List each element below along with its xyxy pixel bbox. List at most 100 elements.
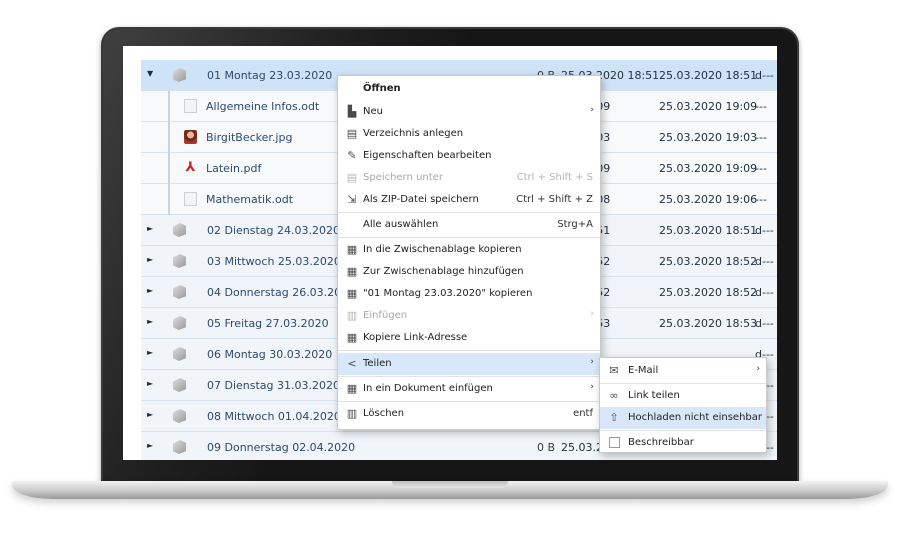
expand-toggle[interactable]: ► — [147, 224, 153, 233]
folder-icon — [173, 378, 186, 392]
menu-item-create-folder[interactable]: ▤ Verzeichnis anlegen — [338, 123, 600, 145]
submenu-item-email[interactable]: ✉ E-Mail › — [600, 360, 766, 382]
file-name[interactable]: Allgemeine Infos.odt — [206, 100, 319, 113]
menu-item-label: Kopiere Link-Adresse — [363, 332, 468, 343]
menu-item-label: Speichern unter — [363, 172, 443, 183]
clipboard-icon: ▦ — [346, 243, 358, 256]
expand-toggle[interactable]: ► — [147, 255, 153, 264]
expand-toggle[interactable]: ► — [147, 441, 153, 450]
clipboard-add-icon: ▦ — [346, 265, 358, 278]
permissions: d--- — [755, 286, 774, 299]
submenu-item-upload-hidden[interactable]: ⇧ Hochladen nicht einsehbar — [600, 407, 766, 429]
modified-date: 25.03.2020 19:09 — [659, 162, 758, 175]
chevron-right-icon: › — [590, 309, 594, 319]
menu-item-add-clipboard[interactable]: ▦ Zur Zwischenablage hinzufügen — [338, 261, 600, 283]
menu-item-label: Als ZIP-Datei speichern — [363, 194, 479, 205]
expand-toggle[interactable]: ► — [147, 317, 153, 326]
menu-item-label: In die Zwischenablage kopieren — [363, 244, 522, 255]
submenu-item-label: Link teilen — [628, 390, 680, 401]
writable-checkbox[interactable] — [609, 437, 620, 448]
menu-separator — [338, 376, 600, 377]
permissions: --- — [755, 162, 767, 175]
chevron-right-icon: › — [756, 364, 760, 374]
image-icon — [184, 130, 197, 144]
file-name[interactable]: 03 Mittwoch 25.03.2020 — [207, 255, 341, 268]
menu-item-shortcut: Ctrl + Shift + Z — [516, 194, 593, 205]
file-name[interactable]: Mathematik.odt — [206, 193, 293, 206]
file-name[interactable]: BirgitBecker.jpg — [206, 131, 292, 144]
document-icon — [184, 99, 197, 113]
menu-item-copy-link[interactable]: ▦ Kopiere Link-Adresse — [338, 327, 600, 349]
insert-doc-icon: ▦ — [346, 382, 358, 395]
menu-item-label: Einfügen — [363, 310, 408, 321]
menu-separator — [600, 430, 766, 431]
menu-item-copy-clipboard[interactable]: ▦ In die Zwischenablage kopieren — [338, 239, 600, 261]
menu-item-label: In ein Dokument einfügen — [363, 383, 493, 394]
menu-item-paste[interactable]: ▥ Einfügen › — [338, 305, 600, 327]
menu-item-edit-properties[interactable]: ✎ Eigenschaften bearbeiten — [338, 145, 600, 167]
modified-date: 25.03.2020 18:51 — [659, 69, 758, 82]
context-menu: Öffnen ▙ Neu › ▤ Verzeichnis anlegen ✎ E… — [337, 75, 601, 430]
menu-item-save-as[interactable]: ▤ Speichern unter Ctrl + Shift + S — [338, 167, 600, 189]
modified-date: 25.03.2020 19:03 — [659, 131, 758, 144]
file-name[interactable]: 08 Mittwoch 01.04.2020 — [207, 410, 341, 423]
menu-item-new[interactable]: ▙ Neu › — [338, 101, 600, 123]
menu-item-save-zip[interactable]: ⇲ Als ZIP-Datei speichern Ctrl + Shift +… — [338, 189, 600, 211]
collapse-toggle[interactable]: ▼ — [147, 69, 153, 78]
submenu-item-label: E-Mail — [628, 365, 659, 376]
permissions: --- — [755, 193, 767, 206]
menu-item-share[interactable]: < Teilen › — [338, 353, 600, 375]
submenu-item-writable[interactable]: Beschreibbar — [600, 432, 766, 454]
file-name[interactable]: 01 Montag 23.03.2020 — [207, 69, 332, 82]
permissions: --- — [755, 100, 767, 113]
file-size: 0 B — [537, 441, 556, 454]
file-name[interactable]: 04 Donnerstag 26.03.2020 — [207, 286, 355, 299]
file-name[interactable]: 07 Dienstag 31.03.2020 — [207, 379, 340, 392]
menu-item-select-all[interactable]: Alle auswählen Strg+A — [338, 214, 600, 236]
menu-item-insert-document[interactable]: ▦ In ein Dokument einfügen › — [338, 378, 600, 400]
menu-item-delete[interactable]: ▥ Löschen entf — [338, 403, 600, 425]
file-name[interactable]: 02 Dienstag 24.03.2020 — [207, 224, 340, 237]
menu-item-label: Öffnen — [363, 83, 401, 94]
file-name[interactable]: 05 Freitag 27.03.2020 — [207, 317, 329, 330]
document-icon — [184, 192, 197, 206]
folder-icon — [173, 254, 186, 268]
menu-separator — [338, 401, 600, 402]
screen: ▼ 01 Montag 23.03.2020 0 B 25.03.2020 18… — [123, 46, 777, 460]
chevron-right-icon: › — [590, 382, 594, 392]
laptop-notch — [392, 481, 508, 488]
modified-date: 25.03.2020 18:53 — [659, 317, 758, 330]
menu-item-shortcut: entf — [573, 408, 593, 419]
folder-icon — [173, 223, 186, 237]
modified-date: 25.03.2020 19:09 — [659, 100, 758, 113]
folder-icon — [173, 440, 186, 454]
modified-date: 25.03.2020 18:51 — [659, 224, 758, 237]
menu-separator — [600, 383, 766, 384]
chevron-right-icon: › — [590, 357, 594, 367]
expand-toggle[interactable]: ► — [147, 348, 153, 357]
mail-icon: ✉ — [609, 364, 619, 377]
save-icon: ▤ — [346, 171, 358, 184]
expand-toggle[interactable]: ► — [147, 379, 153, 388]
permissions: --- — [755, 131, 767, 144]
link-copy-icon: ▦ — [346, 331, 358, 344]
menu-item-label: Neu — [363, 106, 383, 117]
upload-icon: ⇧ — [609, 411, 619, 424]
menu-item-label: "01 Montag 23.03.2020" kopieren — [363, 288, 533, 299]
share-icon: < — [347, 357, 357, 370]
menu-item-copy-named[interactable]: ▦ "01 Montag 23.03.2020" kopieren — [338, 283, 600, 305]
expand-toggle[interactable]: ► — [147, 286, 153, 295]
menu-item-label: Teilen — [363, 358, 392, 369]
file-name[interactable]: 06 Montag 30.03.2020 — [207, 348, 332, 361]
menu-item-open[interactable]: Öffnen — [338, 78, 600, 100]
folder-icon — [173, 347, 186, 361]
file-name[interactable]: Latein.pdf — [206, 162, 261, 175]
pdf-icon: ⅄ — [185, 160, 196, 175]
permissions: d--- — [755, 69, 774, 82]
trash-icon: ▥ — [346, 407, 358, 420]
submenu-item-share-link[interactable]: ∞ Link teilen — [600, 385, 766, 407]
expand-toggle[interactable]: ► — [147, 410, 153, 419]
link-icon: ∞ — [609, 389, 619, 402]
folder-icon — [173, 409, 186, 423]
file-name[interactable]: 09 Donnerstag 02.04.2020 — [207, 441, 355, 454]
